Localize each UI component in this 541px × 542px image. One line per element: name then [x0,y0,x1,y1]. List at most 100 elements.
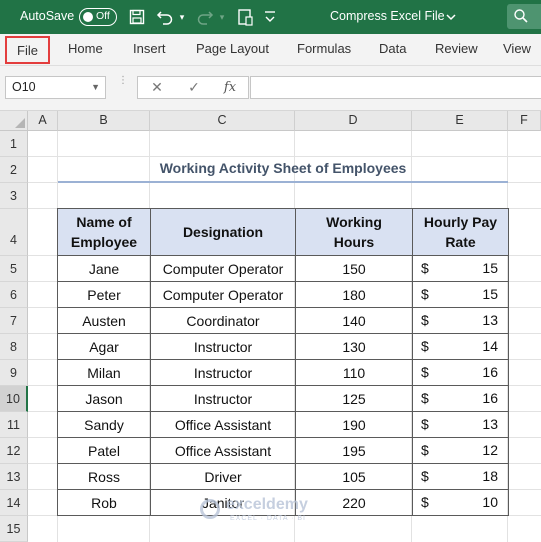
enter-icon[interactable]: ✓ [180,77,208,98]
cell-hourly-pay-rate[interactable]: $10 [412,489,509,516]
autosave-toggle[interactable]: Off [79,8,117,26]
row-header-9[interactable]: 9 [0,360,28,386]
rate-value: 16 [482,390,498,406]
row-header-6[interactable]: 6 [0,282,28,308]
row-header-11[interactable]: 11 [0,412,28,438]
tab-file[interactable]: File [5,36,50,64]
column-header-c[interactable]: C [150,111,295,131]
spreadsheet-grid[interactable]: A B C D E F 1 2 3 4 5 6 7 8 9 10 11 12 1… [0,111,541,542]
row-header-10[interactable]: 10 [0,386,28,412]
row-header-8[interactable]: 8 [0,334,28,360]
row-header-3[interactable]: 3 [0,183,28,209]
cell-employee-name[interactable]: Milan [57,359,151,386]
formula-input[interactable] [250,76,541,99]
formula-bar-resize-handle[interactable]: ⋮ [118,76,128,98]
cell-working-hours[interactable]: 125 [295,385,413,412]
cell-designation[interactable]: Instructor [150,333,296,360]
tab-formulas[interactable]: Formulas [297,34,351,66]
cell-designation[interactable]: Computer Operator [150,255,296,282]
search-box[interactable] [507,4,541,29]
cell-designation[interactable]: Instructor [150,385,296,412]
save-icon[interactable] [127,6,147,28]
column-header-a[interactable]: A [28,111,58,131]
undo-dropdown-icon[interactable]: ▾ [176,6,188,28]
watermark-logo: exceldemy EXCEL · DATA · BI [200,495,350,525]
watermark-icon [200,499,220,519]
cell-hourly-pay-rate[interactable]: $13 [412,307,509,334]
currency-symbol: $ [421,416,429,432]
cell-employee-name[interactable]: Austen [57,307,151,334]
row-header-12[interactable]: 12 [0,438,28,464]
employee-rows: Jane Computer Operator 150 $15 Peter Computer… [57,255,509,516]
cell-employee-name[interactable]: Ross [57,463,151,490]
redo-dropdown-icon: ▾ [219,12,225,22]
customize-icon[interactable] [262,6,278,28]
cell-employee-name[interactable]: Sandy [57,411,151,438]
cell-employee-name[interactable]: Jason [57,385,151,412]
row-header-15[interactable]: 15 [0,516,28,542]
cell-hourly-pay-rate[interactable]: $16 [412,359,509,386]
row-header-2[interactable]: 2 [0,157,28,183]
column-header-f[interactable]: F [508,111,541,131]
row-header-7[interactable]: 7 [0,308,28,334]
tab-review[interactable]: Review [435,34,478,66]
insert-function-icon[interactable]: fx [216,77,244,98]
row-header-14[interactable]: 14 [0,490,28,516]
cell-employee-name[interactable]: Agar [57,333,151,360]
cell-hourly-pay-rate[interactable]: $12 [412,437,509,464]
cell-employee-name[interactable]: Rob [57,489,151,516]
cell-working-hours[interactable]: 180 [295,281,413,308]
cell-designation[interactable]: Office Assistant [150,437,296,464]
currency-symbol: $ [421,390,429,406]
cell-working-hours[interactable]: 195 [295,437,413,464]
cell-designation[interactable]: Instructor [150,359,296,386]
file-title[interactable]: Compress Excel File [330,9,445,23]
cell-hourly-pay-rate[interactable]: $15 [412,255,509,282]
cell-designation[interactable]: Computer Operator [150,281,296,308]
cell-designation[interactable]: Driver [150,463,296,490]
cell-working-hours[interactable]: 110 [295,359,413,386]
cell-hourly-pay-rate[interactable]: $13 [412,411,509,438]
cell-hourly-pay-rate[interactable]: $18 [412,463,509,490]
header-hourly-pay-rate[interactable]: Hourly Pay Rate [412,208,509,256]
row-header-1[interactable]: 1 [0,131,28,157]
cancel-icon[interactable]: ✕ [143,77,171,98]
tab-view[interactable]: View [503,34,531,66]
header-designation[interactable]: Designation [150,208,296,256]
cell-hourly-pay-rate[interactable]: $14 [412,333,509,360]
title-underline [58,181,508,183]
select-all-button[interactable] [0,111,28,131]
header-working-hours[interactable]: Working Hours [295,208,413,256]
tab-page-layout[interactable]: Page Layout [196,34,269,66]
cell-working-hours[interactable]: 130 [295,333,413,360]
tab-data[interactable]: Data [379,34,406,66]
cell-working-hours[interactable]: 105 [295,463,413,490]
tab-insert[interactable]: Insert [133,34,166,66]
clipboard-icon[interactable] [235,6,255,28]
watermark-name: exceldemy [226,496,308,513]
name-box-dropdown-icon[interactable]: ▼ [91,77,100,98]
cell-employee-name[interactable]: Patel [57,437,151,464]
row-header-4[interactable]: 4 [0,209,28,256]
cell-hourly-pay-rate[interactable]: $15 [412,281,509,308]
column-header-d[interactable]: D [295,111,412,131]
ribbon-tabs: File Home Insert Page Layout Formulas Da… [0,34,541,66]
cell-working-hours[interactable]: 190 [295,411,413,438]
cell-working-hours[interactable]: 140 [295,307,413,334]
sheet-title[interactable]: Working Activity Sheet of Employees [58,160,508,176]
column-header-e[interactable]: E [412,111,508,131]
cell-designation[interactable]: Office Assistant [150,411,296,438]
cell-hourly-pay-rate[interactable]: $16 [412,385,509,412]
row-header-5[interactable]: 5 [0,256,28,282]
name-box[interactable]: O10 ▼ [5,76,106,99]
cell-employee-name[interactable]: Jane [57,255,151,282]
cell-employee-name[interactable]: Peter [57,281,151,308]
column-header-b[interactable]: B [58,111,150,131]
cell-designation[interactable]: Coordinator [150,307,296,334]
row-header-13[interactable]: 13 [0,464,28,490]
cell-working-hours[interactable]: 150 [295,255,413,282]
header-name-of-employee[interactable]: Name of Employee [57,208,151,256]
undo-icon[interactable] [155,6,175,28]
tab-home[interactable]: Home [68,34,103,66]
title-chevron-down-icon[interactable] [445,6,457,28]
